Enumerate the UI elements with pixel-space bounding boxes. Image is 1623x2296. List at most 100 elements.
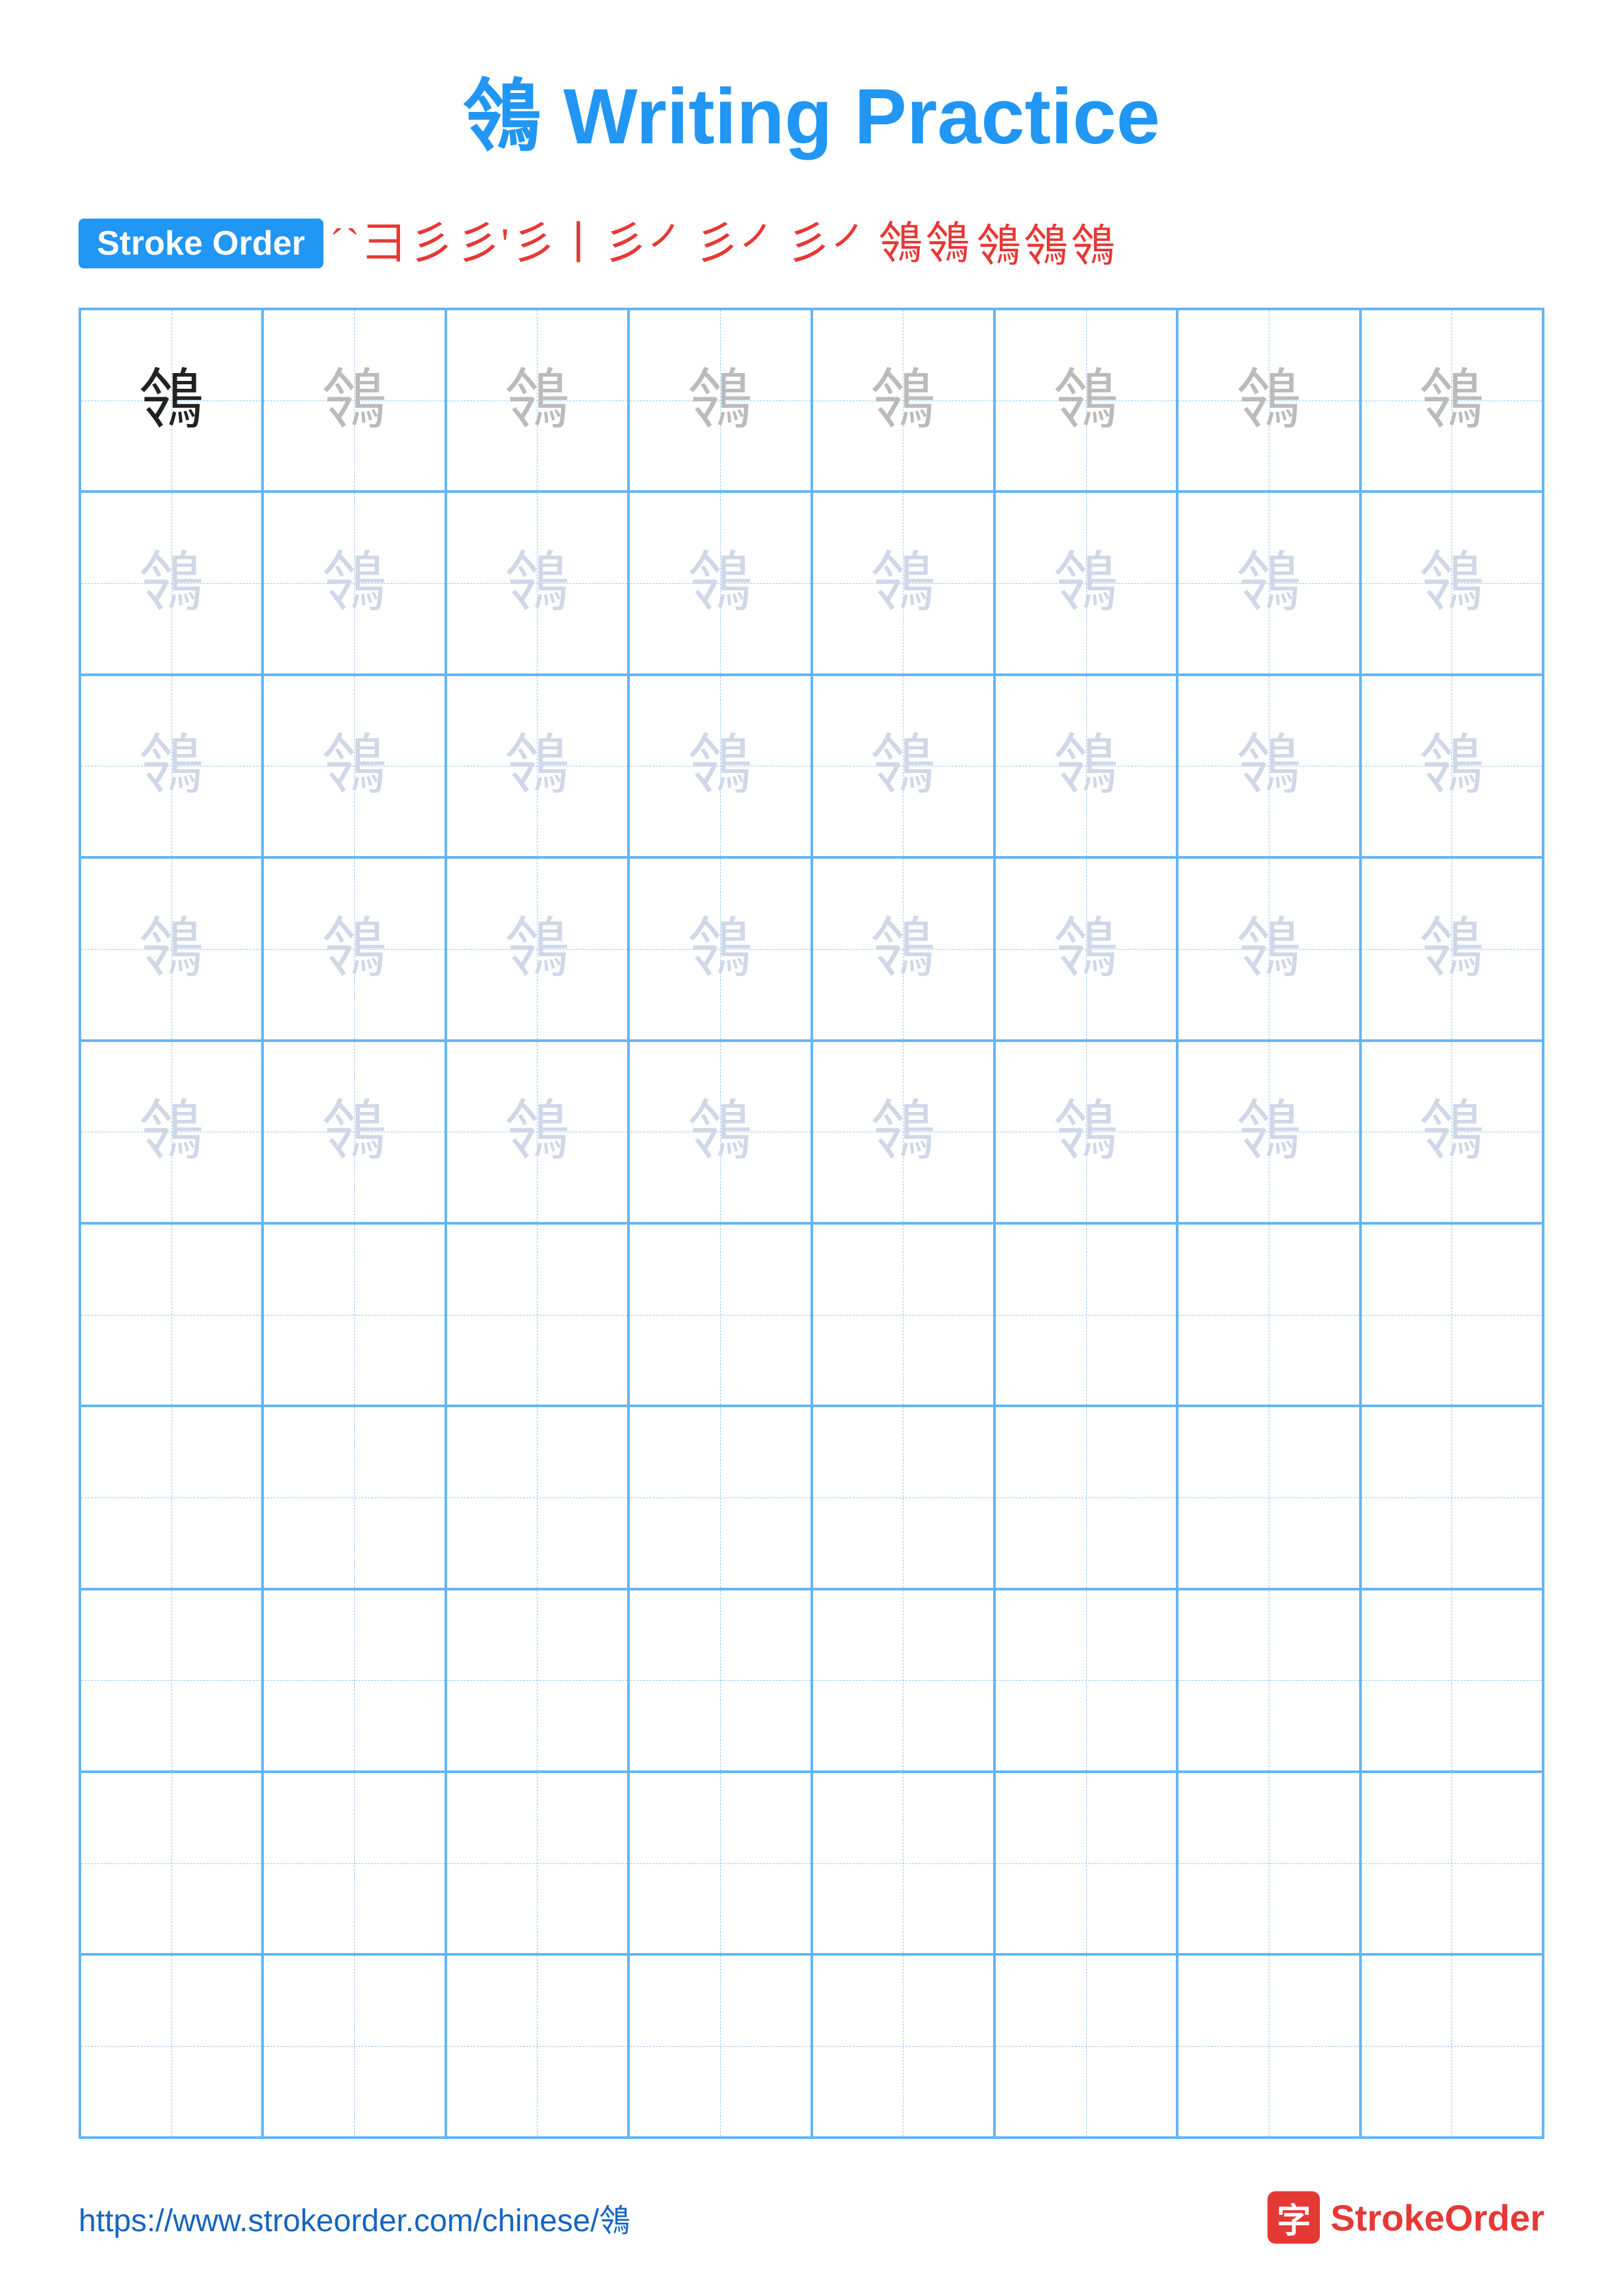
grid-cell-r1c4[interactable]: 鴒 <box>629 309 811 492</box>
stroke-2: ˋ <box>346 223 360 264</box>
cell-char: 鴒 <box>321 916 387 982</box>
grid-cell-r4c1[interactable]: 鴒 <box>80 857 263 1040</box>
grid-cell-r2c3[interactable]: 鴒 <box>446 492 629 674</box>
grid-cell-r3c5[interactable]: 鴒 <box>812 675 994 857</box>
grid-cell-r3c1[interactable]: 鴒 <box>80 675 263 857</box>
grid-cell-r5c4[interactable]: 鴒 <box>629 1041 811 1223</box>
grid-cell-r4c7[interactable]: 鴒 <box>1177 857 1360 1040</box>
grid-cell-r3c4[interactable]: 鴒 <box>629 675 811 857</box>
grid-cell-r6c5[interactable] <box>812 1223 994 1406</box>
grid-cell-r9c2[interactable] <box>263 1772 445 1954</box>
grid-cell-r1c8[interactable]: 鴒 <box>1360 309 1543 492</box>
grid-cell-r3c7[interactable]: 鴒 <box>1177 675 1360 857</box>
grid-cell-r7c6[interactable] <box>994 1406 1177 1588</box>
grid-cell-r4c8[interactable]: 鴒 <box>1360 857 1543 1040</box>
grid-cell-r7c8[interactable] <box>1360 1406 1543 1588</box>
grid-cell-r6c8[interactable] <box>1360 1223 1543 1406</box>
grid-cell-r8c3[interactable] <box>446 1589 629 1772</box>
cell-char: 鴒 <box>139 1099 204 1164</box>
grid-cell-r3c8[interactable]: 鴒 <box>1360 675 1543 857</box>
cell-char: 鴒 <box>504 368 570 433</box>
grid-cell-r9c5[interactable] <box>812 1772 994 1954</box>
grid-cell-r7c5[interactable] <box>812 1406 994 1588</box>
grid-cell-r5c6[interactable]: 鴒 <box>994 1041 1177 1223</box>
cell-char: 鴒 <box>870 368 936 433</box>
cell-char: 鴒 <box>1053 368 1119 433</box>
grid-cell-r1c7[interactable]: 鴒 <box>1177 309 1360 492</box>
grid-cell-r2c4[interactable]: 鴒 <box>629 492 811 674</box>
grid-cell-r4c5[interactable]: 鴒 <box>812 857 994 1040</box>
cell-char: 鴒 <box>870 550 936 616</box>
grid-cell-r7c4[interactable] <box>629 1406 811 1588</box>
grid-cell-r1c5[interactable]: 鴒 <box>812 309 994 492</box>
stroke-1: ˊ <box>330 223 344 264</box>
grid-cell-r6c2[interactable] <box>263 1223 445 1406</box>
grid-cell-r9c6[interactable] <box>994 1772 1177 1954</box>
grid-cell-r10c3[interactable] <box>446 1954 629 2137</box>
grid-cell-r6c1[interactable] <box>80 1223 263 1406</box>
grid-cell-r10c7[interactable] <box>1177 1954 1360 2137</box>
grid-cell-r1c6[interactable]: 鴒 <box>994 309 1177 492</box>
grid-cell-r2c1[interactable]: 鴒 <box>80 492 263 674</box>
grid-cell-r3c3[interactable]: 鴒 <box>446 675 629 857</box>
grid-cell-r10c5[interactable] <box>812 1954 994 2137</box>
grid-cell-r10c2[interactable] <box>263 1954 445 2137</box>
grid-cell-r4c6[interactable]: 鴒 <box>994 857 1177 1040</box>
cell-char: 鴒 <box>504 1099 570 1164</box>
cell-char: 鴒 <box>504 916 570 982</box>
footer-logo-icon: 字 <box>1267 2191 1320 2244</box>
grid-cell-r6c3[interactable] <box>446 1223 629 1406</box>
grid-cell-r9c3[interactable] <box>446 1772 629 1954</box>
cell-char: 鴒 <box>1236 368 1302 433</box>
grid-cell-r5c2[interactable]: 鴒 <box>263 1041 445 1223</box>
grid-cell-r9c8[interactable] <box>1360 1772 1543 1954</box>
grid-cell-r1c3[interactable]: 鴒 <box>446 309 629 492</box>
grid-cell-r5c3[interactable]: 鴒 <box>446 1041 629 1223</box>
grid-cell-r5c8[interactable]: 鴒 <box>1360 1041 1543 1223</box>
grid-cell-r7c2[interactable] <box>263 1406 445 1588</box>
grid-cell-r5c7[interactable]: 鴒 <box>1177 1041 1360 1223</box>
grid-cell-r10c8[interactable] <box>1360 1954 1543 2137</box>
cell-char: 鴒 <box>1419 733 1484 798</box>
grid-cell-r2c5[interactable]: 鴒 <box>812 492 994 674</box>
grid-cell-r6c4[interactable] <box>629 1223 811 1406</box>
cell-char: 鴒 <box>1053 733 1119 798</box>
grid-cell-r7c3[interactable] <box>446 1406 629 1588</box>
grid-cell-r6c7[interactable] <box>1177 1223 1360 1406</box>
grid-cell-r7c7[interactable] <box>1177 1406 1360 1588</box>
cell-char: 鴒 <box>1236 1099 1302 1164</box>
grid-cell-r2c7[interactable]: 鴒 <box>1177 492 1360 674</box>
grid-cell-r9c7[interactable] <box>1177 1772 1360 1954</box>
grid-cell-r7c1[interactable] <box>80 1406 263 1588</box>
grid-cell-r9c4[interactable] <box>629 1772 811 1954</box>
grid-cell-r1c2[interactable]: 鴒 <box>263 309 445 492</box>
stroke-order-chars-row2: 鴒 鴒 鴒 <box>977 224 1116 268</box>
grid-cell-r4c4[interactable]: 鴒 <box>629 857 811 1040</box>
title-char: 鴒 <box>463 73 541 160</box>
grid-cell-r5c5[interactable]: 鴒 <box>812 1041 994 1223</box>
grid-cell-r5c1[interactable]: 鴒 <box>80 1041 263 1223</box>
grid-cell-r1c1[interactable]: 鴒 <box>80 309 263 492</box>
grid-cell-r2c8[interactable]: 鴒 <box>1360 492 1543 674</box>
stroke-3: 彐 <box>362 221 407 266</box>
grid-cell-r4c2[interactable]: 鴒 <box>263 857 445 1040</box>
grid-cell-r8c7[interactable] <box>1177 1589 1360 1772</box>
grid-cell-r6c6[interactable] <box>994 1223 1177 1406</box>
grid-cell-r3c6[interactable]: 鴒 <box>994 675 1177 857</box>
grid-cell-r10c1[interactable] <box>80 1954 263 2137</box>
grid-cell-r8c5[interactable] <box>812 1589 994 1772</box>
stroke-order-chars-row1: ˊ ˋ 彐 彡 彡' 彡丨 彡㇒ 彡㇒ 彡㇒ 鴒 鴒 <box>330 221 970 266</box>
grid-cell-r8c6[interactable] <box>994 1589 1177 1772</box>
grid-cell-r9c1[interactable] <box>80 1772 263 1954</box>
grid-cell-r8c8[interactable] <box>1360 1589 1543 1772</box>
grid-cell-r10c4[interactable] <box>629 1954 811 2137</box>
grid-cell-r8c1[interactable] <box>80 1589 263 1772</box>
grid-cell-r4c3[interactable]: 鴒 <box>446 857 629 1040</box>
grid-cell-r10c6[interactable] <box>994 1954 1177 2137</box>
grid-cell-r2c6[interactable]: 鴒 <box>994 492 1177 674</box>
stroke-9: 彡㇒ <box>787 221 876 266</box>
grid-cell-r8c2[interactable] <box>263 1589 445 1772</box>
grid-cell-r2c2[interactable]: 鴒 <box>263 492 445 674</box>
grid-cell-r3c2[interactable]: 鴒 <box>263 675 445 857</box>
grid-cell-r8c4[interactable] <box>629 1589 811 1772</box>
